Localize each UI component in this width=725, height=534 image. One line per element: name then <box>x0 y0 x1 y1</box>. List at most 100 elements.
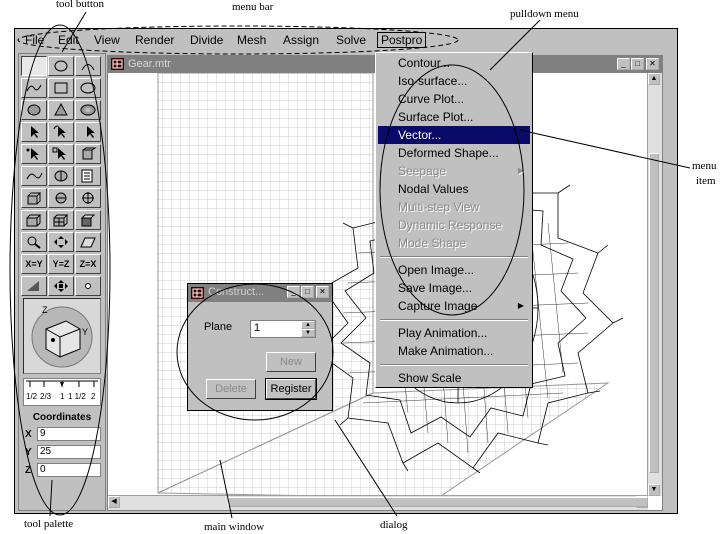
tool-palette: X=Y Y=Z Z=X Z Y 1/2 2/3 1 1 1/2 2 Coordi… <box>18 53 106 511</box>
sphere-tool-button[interactable] <box>21 100 47 120</box>
annotation-tool-palette: tool palette <box>24 518 74 530</box>
coord-label-z: Z <box>25 465 32 476</box>
menu-file[interactable]: File <box>25 33 44 47</box>
menu-item-surface-plot[interactable]: Surface Plot... <box>378 108 530 126</box>
box-icon <box>26 214 42 227</box>
arrow-area-icon <box>52 147 66 160</box>
menu-edit[interactable]: Edit <box>58 33 79 47</box>
sweep-tool-button[interactable] <box>48 188 74 208</box>
view-orientation-cube[interactable]: Z Y <box>23 298 101 374</box>
menu-item-contour[interactable]: Contour... <box>378 54 530 72</box>
spin-down-arrow[interactable]: ▼ <box>301 329 315 337</box>
extrude-tool-button[interactable] <box>21 188 47 208</box>
menu-item-show-scale[interactable]: Show Scale <box>378 369 530 387</box>
arc-tool-button[interactable] <box>75 56 101 76</box>
coord-x-field[interactable]: 9 <box>37 427 101 441</box>
menu-render[interactable]: Render <box>135 33 174 47</box>
maximize-button[interactable]: □ <box>631 58 644 70</box>
menu-item-mode-shape[interactable]: Mode Shape <box>378 234 530 252</box>
rectangle-tool-button[interactable] <box>48 78 74 98</box>
scroll-left-arrow[interactable]: ◀ <box>108 496 120 508</box>
menu-postpro[interactable]: Postpro <box>377 32 427 48</box>
dialog-titlebar[interactable]: Construct... _ □ ✕ <box>188 284 332 302</box>
menu-view[interactable]: View <box>94 33 120 47</box>
menu-item-contour-label: Contour... <box>398 56 451 70</box>
view-zx-button[interactable]: Z=X <box>75 254 101 274</box>
torus-tool-button[interactable] <box>75 100 101 120</box>
scroll-up-arrow[interactable]: ▲ <box>648 73 660 85</box>
menu-solve[interactable]: Solve <box>336 33 366 47</box>
view-yz-button[interactable]: Y=Z <box>48 254 74 274</box>
list-tool-button[interactable] <box>75 166 101 186</box>
pan-tool-button[interactable] <box>48 276 74 296</box>
menu-item-nodal-values[interactable]: Nodal Values <box>378 180 530 198</box>
revolve-tool-button[interactable] <box>48 166 74 186</box>
vertical-scroll-thumb[interactable] <box>649 153 659 473</box>
cone-icon <box>54 103 68 116</box>
scale-ruler[interactable]: 1/2 2/3 1 1 1/2 2 <box>23 378 101 406</box>
close-button[interactable]: ✕ <box>646 58 659 70</box>
arrow-pointer-icon <box>31 126 39 138</box>
point-tool-button[interactable] <box>75 276 101 296</box>
menu-mesh[interactable]: Mesh <box>237 33 266 47</box>
menu-item-open-image[interactable]: Open Image... <box>378 261 530 279</box>
coord-row-x: X 9 <box>23 426 101 444</box>
menu-item-play-animation[interactable]: Play Animation... <box>378 324 530 342</box>
menu-divide[interactable]: Divide <box>190 33 223 47</box>
spline-tool-button[interactable] <box>21 166 47 186</box>
menu-item-save-image[interactable]: Save Image... <box>378 279 530 297</box>
register-button[interactable]: Register <box>265 378 317 400</box>
select-tool-button[interactable] <box>21 56 47 76</box>
curve-tool-button[interactable] <box>21 78 47 98</box>
annotation-menu-item-1: menu <box>692 160 717 172</box>
plane-tool-button[interactable] <box>75 232 101 252</box>
ellipse-tool-button[interactable] <box>75 78 101 98</box>
menu-item-vector-label: Vector... <box>398 128 442 142</box>
plane-spinbox[interactable]: 1 ▲ ▼ <box>250 320 316 338</box>
vertical-scrollbar[interactable]: ▲ ▼ <box>647 73 662 496</box>
menu-item-seepage[interactable]: Seepage ▶ <box>378 162 530 180</box>
dialog-close-button[interactable]: ✕ <box>316 286 329 298</box>
menu-item-multi-step-view[interactable]: Multi-step View <box>378 198 530 216</box>
select-volume-tool-button[interactable] <box>75 144 101 164</box>
menu-item-iso-surface[interactable]: Iso-surface... <box>378 72 530 90</box>
spin-up-arrow[interactable]: ▲ <box>301 321 315 329</box>
dialog-maximize-button[interactable]: □ <box>301 286 314 298</box>
circle-tool-button[interactable] <box>48 56 74 76</box>
menu-item-dynamic-response[interactable]: Dynamic Response <box>378 216 530 234</box>
horizontal-scrollbar[interactable]: ◀ ▶ <box>108 495 648 510</box>
menu-item-deformed-shape[interactable]: Deformed Shape... <box>378 144 530 162</box>
menu-item-curve-plot[interactable]: Curve Plot... <box>378 90 530 108</box>
minimize-button[interactable]: _ <box>617 58 630 70</box>
submenu-arrow-icon: ▶ <box>517 166 524 175</box>
spline-icon <box>26 172 43 180</box>
dialog-minimize-button[interactable]: _ <box>287 286 300 298</box>
zoom-tool-button[interactable] <box>21 232 47 252</box>
menu-separator <box>380 364 528 366</box>
view-xy-button[interactable]: X=Y <box>21 254 47 274</box>
menu-assign[interactable]: Assign <box>283 33 319 47</box>
horizontal-scroll-thumb[interactable] <box>228 497 648 507</box>
box-tool-button[interactable] <box>21 210 47 230</box>
menu-item-vector[interactable]: Vector... <box>378 126 530 144</box>
delete-button[interactable]: Delete <box>206 379 256 399</box>
cone-tool-button[interactable] <box>48 100 74 120</box>
coord-z-field[interactable]: 0 <box>37 463 101 477</box>
menu-item-make-animation[interactable]: Make Animation... <box>378 342 530 360</box>
coord-y-field[interactable]: 25 <box>37 445 101 459</box>
solid-box-tool-button[interactable] <box>75 210 101 230</box>
scroll-down-arrow[interactable]: ▼ <box>648 484 660 496</box>
select-node-tool-button[interactable] <box>21 144 47 164</box>
pointer-rotate-tool-button[interactable] <box>48 122 74 142</box>
pointer-move-tool-button[interactable] <box>75 122 101 142</box>
fit-tool-button[interactable] <box>48 232 74 252</box>
main-window-title: Gear.mtr <box>128 58 171 70</box>
pointer-tool-button[interactable] <box>21 122 47 142</box>
select-area-tool-button[interactable] <box>48 144 74 164</box>
rotate-copy-tool-button[interactable] <box>75 188 101 208</box>
cube-axis-z: Z <box>42 305 48 315</box>
new-button[interactable]: New <box>266 352 316 372</box>
menu-item-capture-image[interactable]: Capture Image ▶ <box>378 297 530 315</box>
shade-tool-button[interactable] <box>21 276 47 296</box>
mesh-box-tool-button[interactable] <box>48 210 74 230</box>
